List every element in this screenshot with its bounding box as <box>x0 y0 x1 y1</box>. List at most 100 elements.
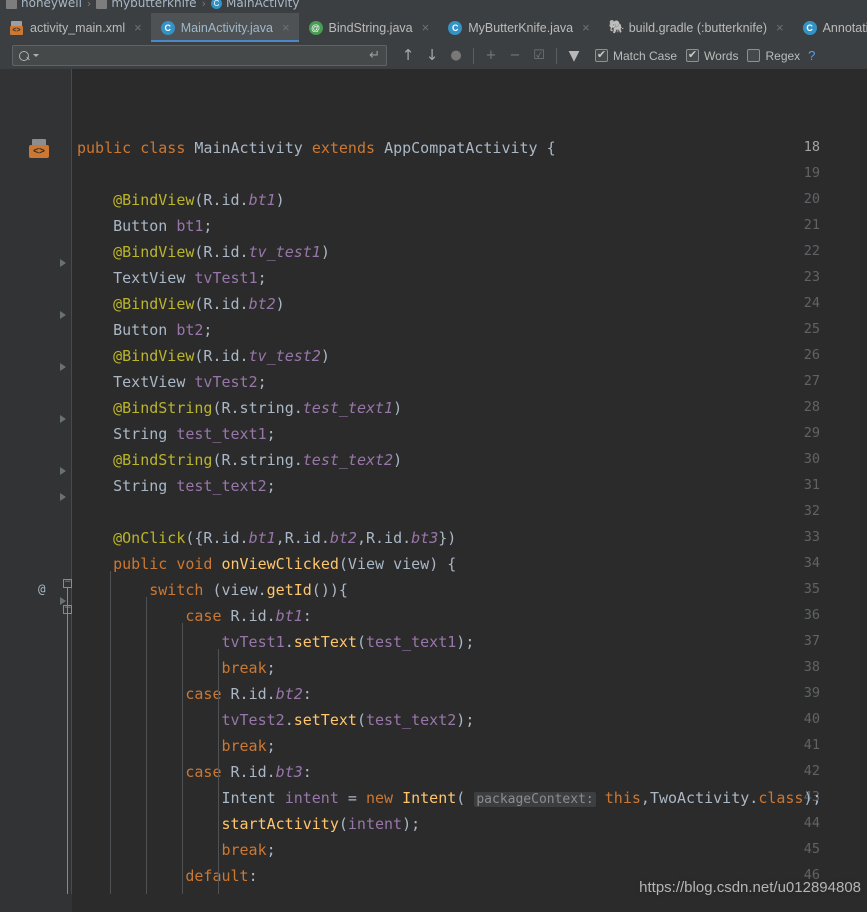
editor-tab-bar: activity_main.xml × C MainActivity.java … <box>0 13 867 42</box>
fold-triangle-icon[interactable] <box>60 363 66 371</box>
fold-triangle-icon[interactable] <box>60 311 66 319</box>
remove-occurrence-button[interactable]: − <box>503 45 527 67</box>
code-line[interactable]: tvTest1.setText(test_text1); <box>221 633 474 651</box>
code-line[interactable]: default: <box>185 867 257 885</box>
tab-label: MainActivity.java <box>180 20 273 35</box>
match-case-option[interactable]: Match Case <box>595 48 678 63</box>
code-line[interactable]: @BindView(R.id.tv_test1) <box>113 243 330 261</box>
tab-label: build.gradle (:butterknife) <box>628 20 767 35</box>
match-case-label: Match Case <box>613 48 678 63</box>
regex-option[interactable]: Regex <box>747 49 800 63</box>
code-line[interactable]: case R.id.bt1: <box>185 607 311 625</box>
editor-gutter[interactable] <box>0 69 72 912</box>
breadcrumb-label: MainActivity <box>225 0 300 10</box>
tab-label: AnnotationProce <box>822 20 867 35</box>
code-line[interactable]: Button bt2; <box>113 321 212 339</box>
fold-triangle-icon[interactable] <box>60 259 66 267</box>
tab-annotationprocessor[interactable]: C AnnotationProce <box>793 13 867 42</box>
tab-label: MyButterKnife.java <box>468 20 574 35</box>
code-line[interactable]: String test_text2; <box>113 477 276 495</box>
words-label: Words <box>704 48 739 63</box>
code-editor[interactable]: 18 19 20 21 22 23 24 25 26 27 28 29 30 31 32 33 34 35 36 37… <box>0 69 867 912</box>
help-icon[interactable]: ? <box>808 48 815 63</box>
breadcrumb-label: mybutterknife <box>111 0 197 10</box>
breadcrumb-separator: › <box>86 0 92 10</box>
code-line[interactable]: break; <box>221 737 275 755</box>
code-line[interactable]: String test_text1; <box>113 425 276 443</box>
tab-activity-main-xml[interactable]: activity_main.xml × <box>0 13 151 42</box>
fold-triangle-icon[interactable] <box>60 467 66 475</box>
watermark-url: https://blog.csdn.net/u012894808 <box>639 879 861 896</box>
code-line[interactable]: @BindView(R.id.bt2) <box>113 295 285 313</box>
code-line[interactable]: @BindView(R.id.bt1) <box>113 191 285 209</box>
tab-mainactivity-java[interactable]: C MainActivity.java × <box>150 13 299 42</box>
code-line[interactable]: TextView tvTest2; <box>113 373 267 391</box>
tab-build-gradle-butterknife[interactable]: 🐘 build.gradle (:butterknife) × <box>599 13 793 42</box>
filter-icon[interactable]: ▼ <box>562 45 586 67</box>
folder-icon <box>96 0 108 9</box>
code-line[interactable]: TextView tvTest1; <box>113 269 267 287</box>
regex-checkbox[interactable] <box>747 49 761 62</box>
enter-return-icon[interactable]: ↵ <box>369 49 382 62</box>
tab-bindstring-java[interactable]: @ BindString.java × <box>299 13 439 42</box>
fold-collapse-box[interactable] <box>63 605 72 614</box>
close-icon[interactable]: × <box>282 21 290 34</box>
select-all-lines-button[interactable]: ☑ <box>527 45 551 67</box>
code-line[interactable]: case R.id.bt2: <box>185 685 311 703</box>
close-icon[interactable]: × <box>776 21 784 34</box>
code-line[interactable]: @BindString(R.string.test_text1) <box>113 399 402 417</box>
find-previous-button[interactable]: ↑ <box>396 45 420 67</box>
code-line[interactable]: switch (view.getId()){ <box>149 581 348 599</box>
code-line[interactable]: Button bt1; <box>113 217 212 235</box>
words-option[interactable]: Words <box>686 48 739 63</box>
find-next-button[interactable]: ↓ <box>420 45 444 67</box>
code-line[interactable]: @OnClick({R.id.bt1,R.id.bt2,R.id.bt3}) <box>113 529 456 547</box>
search-input-wrapper[interactable]: ↵ <box>12 45 387 66</box>
android-layout-link-icon[interactable] <box>29 139 49 159</box>
code-line[interactable]: Intent intent = new Intent( packageConte… <box>221 789 822 807</box>
code-line[interactable]: @BindString(R.string.test_text2) <box>113 451 402 469</box>
java-class-icon: C <box>210 0 222 9</box>
code-line[interactable]: startActivity(intent); <box>221 815 420 833</box>
select-all-occurrences-icon[interactable]: ● <box>444 45 468 67</box>
fold-stem <box>67 614 68 912</box>
android-layout-xml-icon <box>10 20 24 35</box>
breadcrumb-item-honeywell[interactable]: honeywell <box>6 0 82 13</box>
toolbar-divider <box>556 47 557 64</box>
find-toolbar: ↵ ↑ ↓ ● + − ☑ ▼ Match Case Words Regex ? <box>0 42 867 69</box>
close-icon[interactable]: × <box>134 21 142 34</box>
words-checkbox[interactable] <box>686 48 700 62</box>
code-line[interactable]: case R.id.bt3: <box>185 763 311 781</box>
search-icon <box>18 49 32 63</box>
close-icon[interactable]: × <box>422 21 430 34</box>
fold-triangle-icon[interactable] <box>60 493 66 501</box>
java-annotation-icon: @ <box>308 20 323 35</box>
breadcrumb-item-mainactivity[interactable]: C MainActivity <box>210 0 300 13</box>
code-content[interactable]: public class MainActivity extends AppCom… <box>72 69 867 912</box>
breadcrumb-label: honeywell <box>21 0 82 10</box>
code-line[interactable]: break; <box>221 841 275 859</box>
indent-guide <box>182 623 184 912</box>
add-occurrence-button[interactable]: + <box>479 45 503 67</box>
breadcrumb-item-mybutterknife[interactable]: mybutterknife <box>96 0 197 13</box>
code-line[interactable]: break; <box>221 659 275 677</box>
match-case-checkbox[interactable] <box>595 48 608 62</box>
regex-label: Regex <box>765 48 801 63</box>
code-line[interactable]: tvTest2.setText(test_text2); <box>221 711 474 729</box>
code-line[interactable]: public class MainActivity extends AppCom… <box>77 139 556 157</box>
inlay-hint: packageContext: <box>474 792 596 807</box>
tab-mybutterknife-java[interactable]: C MyButterKnife.java × <box>438 13 599 42</box>
folder-icon <box>6 0 17 9</box>
fold-triangle-icon[interactable] <box>60 415 66 423</box>
editor-bottom-strip <box>72 894 867 912</box>
close-icon[interactable]: × <box>582 21 590 34</box>
code-line[interactable]: public void onViewClicked(View view) { <box>113 555 456 573</box>
search-input[interactable] <box>39 48 370 63</box>
gradle-icon: 🐘 <box>608 19 625 35</box>
code-line[interactable]: @BindView(R.id.tv_test2) <box>113 347 330 365</box>
annotation-override-marker[interactable]: @ <box>38 581 46 596</box>
breadcrumb: honeywell › mybutterknife › C MainActivi… <box>0 0 867 13</box>
fold-collapse-box[interactable] <box>63 579 72 588</box>
indent-guide <box>146 597 148 912</box>
tab-label: BindString.java <box>328 20 413 35</box>
